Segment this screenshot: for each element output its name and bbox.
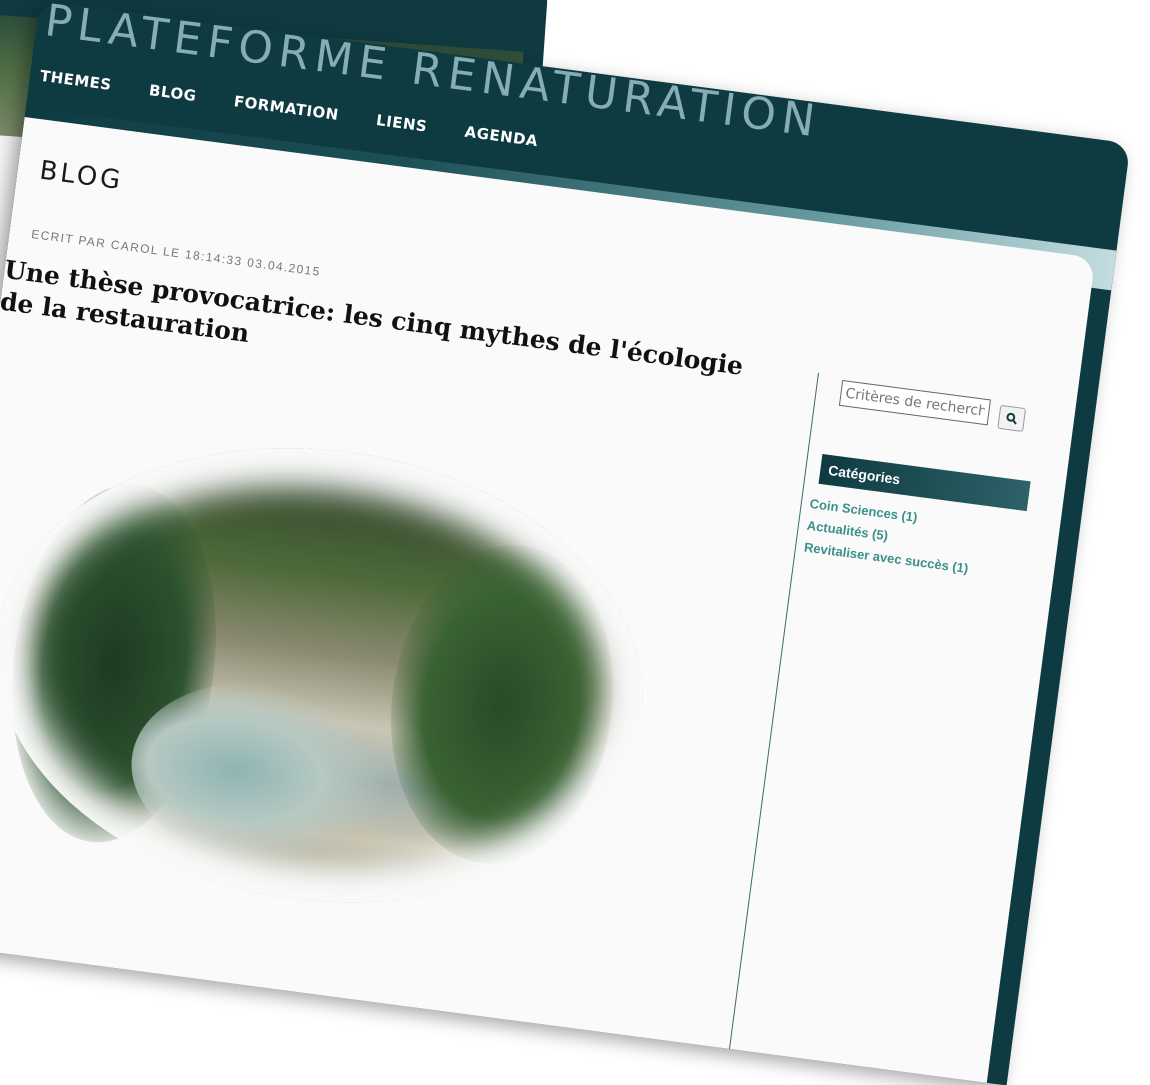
nav-item-blog[interactable]: BLOG — [148, 81, 197, 105]
nav-item-formation[interactable]: FORMATION — [233, 92, 340, 124]
nav-item-liens[interactable]: LIENS — [375, 111, 428, 136]
post-image[interactable] — [0, 409, 671, 941]
image-vignette — [0, 410, 671, 941]
page-heading: BLOG — [37, 155, 126, 197]
nav-item-themes[interactable]: THEMES — [39, 67, 113, 94]
search-input[interactable] — [838, 379, 991, 426]
search-button[interactable] — [997, 404, 1027, 433]
main-page: PLATEFORME RENATURATION THEMES BLOG FORM… — [0, 0, 1131, 1085]
post-title[interactable]: Une thèse provocatrice: les cinq mythes … — [0, 254, 760, 417]
content-area: BLOG ECRIT PAR CAROL LE 18:14:33 03.04.2… — [0, 116, 1096, 1085]
category-list: Coin Sciences (1) Actualités (5) Revital… — [802, 495, 975, 582]
sidebar: Catégories Coin Sciences (1) Actualités … — [726, 372, 1057, 1085]
search-icon — [1006, 412, 1017, 425]
nav-item-agenda[interactable]: AGENDA — [464, 123, 539, 150]
